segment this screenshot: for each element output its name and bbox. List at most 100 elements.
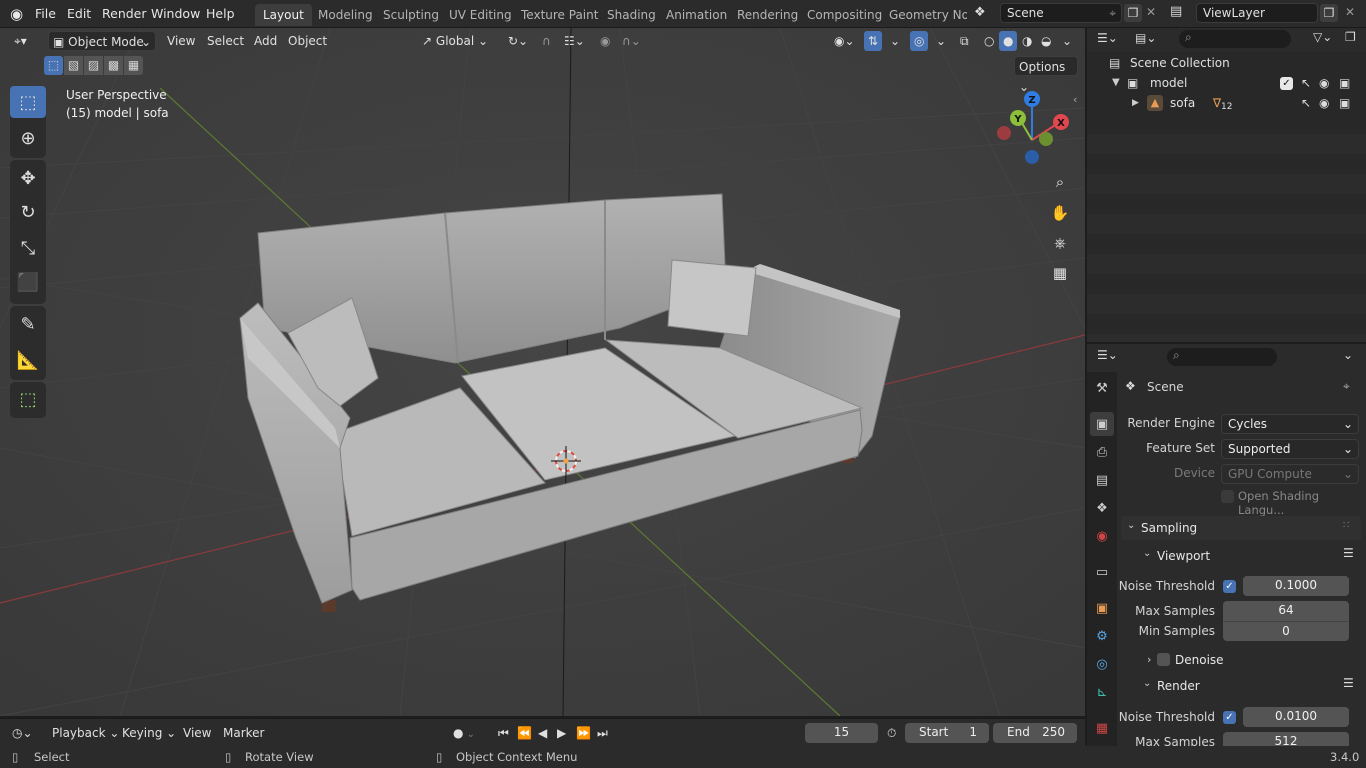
snap-target-icon[interactable]: ☷⌄ [560, 31, 589, 51]
expand-arrow-icon[interactable]: ▼ [1112, 73, 1120, 93]
denoise-label[interactable]: Denoise [1175, 653, 1224, 667]
render-noise-threshold-field[interactable]: 0.0100 [1243, 707, 1349, 727]
viewport-max-samples-field[interactable]: 64 [1223, 601, 1349, 621]
viewport-min-samples-field[interactable]: 0 [1223, 621, 1349, 641]
pan-hand-icon[interactable]: ✋ [1045, 198, 1075, 228]
menu-window[interactable]: Window [151, 6, 200, 21]
jump-end-icon[interactable]: ⏭ [597, 724, 608, 742]
render-max-samples-field[interactable]: 512 [1223, 732, 1349, 746]
menu-render[interactable]: Render [102, 6, 147, 21]
menu-keying[interactable]: Keying ⌄ [122, 724, 176, 742]
render-camera-icon[interactable]: ▣ [1339, 73, 1350, 93]
object-mode-dropdown[interactable]: ▣ Object Mode ⌄ [48, 31, 156, 51]
jump-start-icon[interactable]: ⏮ [498, 724, 509, 742]
falloff-icon[interactable]: ∩⌄ [618, 31, 645, 51]
new-collection-icon[interactable]: ❐ [1345, 30, 1356, 44]
properties-editor-icon[interactable]: ☰⌄ [1097, 348, 1118, 362]
select-extend-icon[interactable]: ▧ [64, 56, 83, 75]
view-layer-field[interactable]: ViewLayer [1196, 3, 1318, 23]
new-scene-icon[interactable]: ❐ [1124, 4, 1142, 22]
menu-marker[interactable]: Marker [223, 724, 264, 742]
menu-edit[interactable]: Edit [67, 6, 91, 21]
tab-geometry-nodes[interactable]: Geometry Noc [881, 4, 967, 26]
render-tab-icon[interactable]: ▣ [1090, 412, 1114, 436]
select-intersect-icon[interactable]: ▦ [124, 56, 143, 75]
menu-add[interactable]: Add [250, 31, 281, 51]
feature-set-dropdown[interactable]: Supported ⌄ [1221, 439, 1359, 459]
pin-icon[interactable]: ⌖ [1343, 379, 1350, 394]
prev-keyframe-icon[interactable]: ⏪ [517, 724, 532, 742]
menu-object[interactable]: Object [284, 31, 331, 51]
add-cube-tool[interactable]: ⬚ [10, 383, 46, 415]
collection-tab-icon[interactable]: ▭ [1090, 560, 1114, 584]
tab-shading[interactable]: Shading [599, 4, 664, 26]
chevron-down-icon[interactable]: ⌄ [1143, 548, 1151, 559]
menu-playback[interactable]: Playback ⌄ [52, 724, 119, 742]
scene-selector-icon[interactable]: ❖ [974, 5, 986, 20]
presets-list-icon[interactable]: ☰ [1343, 546, 1354, 560]
measure-tool[interactable]: 📐 [10, 344, 46, 376]
pivot-point-icon[interactable]: ↻⌄ [504, 31, 532, 51]
visibility-eye-icon[interactable]: ◉ [1319, 73, 1329, 93]
shading-dropdown-icon[interactable]: ⌄ [1058, 31, 1076, 51]
view-layer-tab-icon[interactable]: ▤ [1090, 468, 1114, 492]
proportional-edit-icon[interactable]: ◉ [596, 31, 614, 51]
gizmo-dropdown-icon[interactable]: ⌄ [886, 31, 904, 51]
transform-tool[interactable]: ⬛ [10, 266, 46, 298]
tab-uv-editing[interactable]: UV Editing [441, 4, 520, 26]
ortho-grid-icon[interactable]: ▦ [1045, 258, 1075, 288]
select-new-icon[interactable]: ⬚ [44, 56, 63, 75]
timeline-editor-icon[interactable]: ◷⌄ [12, 724, 33, 742]
render-subpanel-label[interactable]: Render [1157, 679, 1200, 693]
close-scene-icon[interactable]: ✕ [1146, 5, 1156, 19]
viewport-noise-threshold-checkbox[interactable]: ✓ [1223, 580, 1236, 593]
denoise-checkbox[interactable] [1157, 653, 1170, 666]
tool-tab-icon[interactable]: ⚒ [1090, 376, 1114, 400]
view-layer-icon[interactable]: ▤ [1170, 4, 1182, 19]
presets-list-icon[interactable]: ☰ [1343, 676, 1354, 690]
menu-help[interactable]: Help [206, 6, 235, 21]
blender-logo-icon[interactable]: ◉ [10, 5, 23, 23]
solid-shading-icon[interactable]: ● [999, 31, 1018, 51]
new-view-layer-icon[interactable]: ❐ [1320, 4, 1338, 22]
modifier-icon[interactable]: ∇ [1213, 93, 1221, 113]
object-row-sofa[interactable]: ▶ ▲ sofa ∇ 12 ↖ ◉ ▣ [1087, 93, 1366, 113]
tab-layout[interactable]: Layout [255, 4, 312, 26]
overlay-toggle-icon[interactable]: ◎ [910, 31, 929, 51]
gizmo-toggle-icon[interactable]: ⇅ [864, 31, 883, 51]
end-frame-field[interactable]: End 250 [993, 723, 1077, 743]
cursor-tool[interactable]: ⊕ [10, 122, 46, 154]
wireframe-shading-icon[interactable]: ○ [980, 31, 998, 51]
overlay-dropdown-icon[interactable]: ⌄ [932, 31, 950, 51]
drag-handle-icon[interactable]: ∷ [1343, 520, 1349, 531]
record-icon[interactable]: ● ⌄ [453, 724, 475, 742]
sampling-panel[interactable]: ⌄ Sampling ∷ [1121, 516, 1361, 540]
physics-tab-icon[interactable]: ◎ [1090, 652, 1114, 676]
camera-view-icon[interactable]: ⎈ [1045, 228, 1075, 258]
collapse-panel-icon[interactable]: ‹ [1073, 93, 1077, 106]
modifier-tab-icon[interactable]: ⚙ [1090, 624, 1114, 648]
select-toggle-icon[interactable]: ↖ [1301, 93, 1311, 113]
scale-tool[interactable]: ⤡ [10, 232, 46, 264]
play-icon[interactable]: ▶ [557, 724, 566, 742]
display-mode-icon[interactable]: ▤⌄ [1135, 31, 1156, 45]
select-subtract-icon[interactable]: ▨ [84, 56, 103, 75]
snap-toggle-icon[interactable]: ∩ [538, 31, 555, 51]
scene-name-field[interactable]: Scene ⌖ [1000, 3, 1122, 23]
move-tool[interactable]: ✥ [10, 162, 46, 194]
properties-search-input[interactable]: ⌕ [1167, 348, 1277, 366]
exclude-checkbox[interactable]: ✓ [1280, 77, 1293, 90]
menu-view[interactable]: View [163, 31, 199, 51]
tab-animation[interactable]: Animation [658, 4, 735, 26]
viewport-scene[interactable]: Z X Y [0, 28, 1085, 716]
zoom-icon[interactable]: ⌕ [1045, 167, 1075, 197]
select-invert-icon[interactable]: ▩ [104, 56, 123, 75]
tab-rendering[interactable]: Rendering [729, 4, 806, 26]
play-reverse-icon[interactable]: ◀ [538, 724, 547, 742]
rotate-tool[interactable]: ↻ [10, 196, 46, 228]
outliner-editor-icon[interactable]: ☰⌄ [1097, 31, 1118, 45]
close-view-layer-icon[interactable]: ✕ [1345, 5, 1355, 19]
visibility-icon[interactable]: ◉⌄ [830, 31, 859, 51]
collection-row-model[interactable]: ▼ ▣ model ✓ ↖ ◉ ▣ [1087, 73, 1366, 93]
chevron-down-icon[interactable]: ⌄ [1143, 678, 1151, 689]
